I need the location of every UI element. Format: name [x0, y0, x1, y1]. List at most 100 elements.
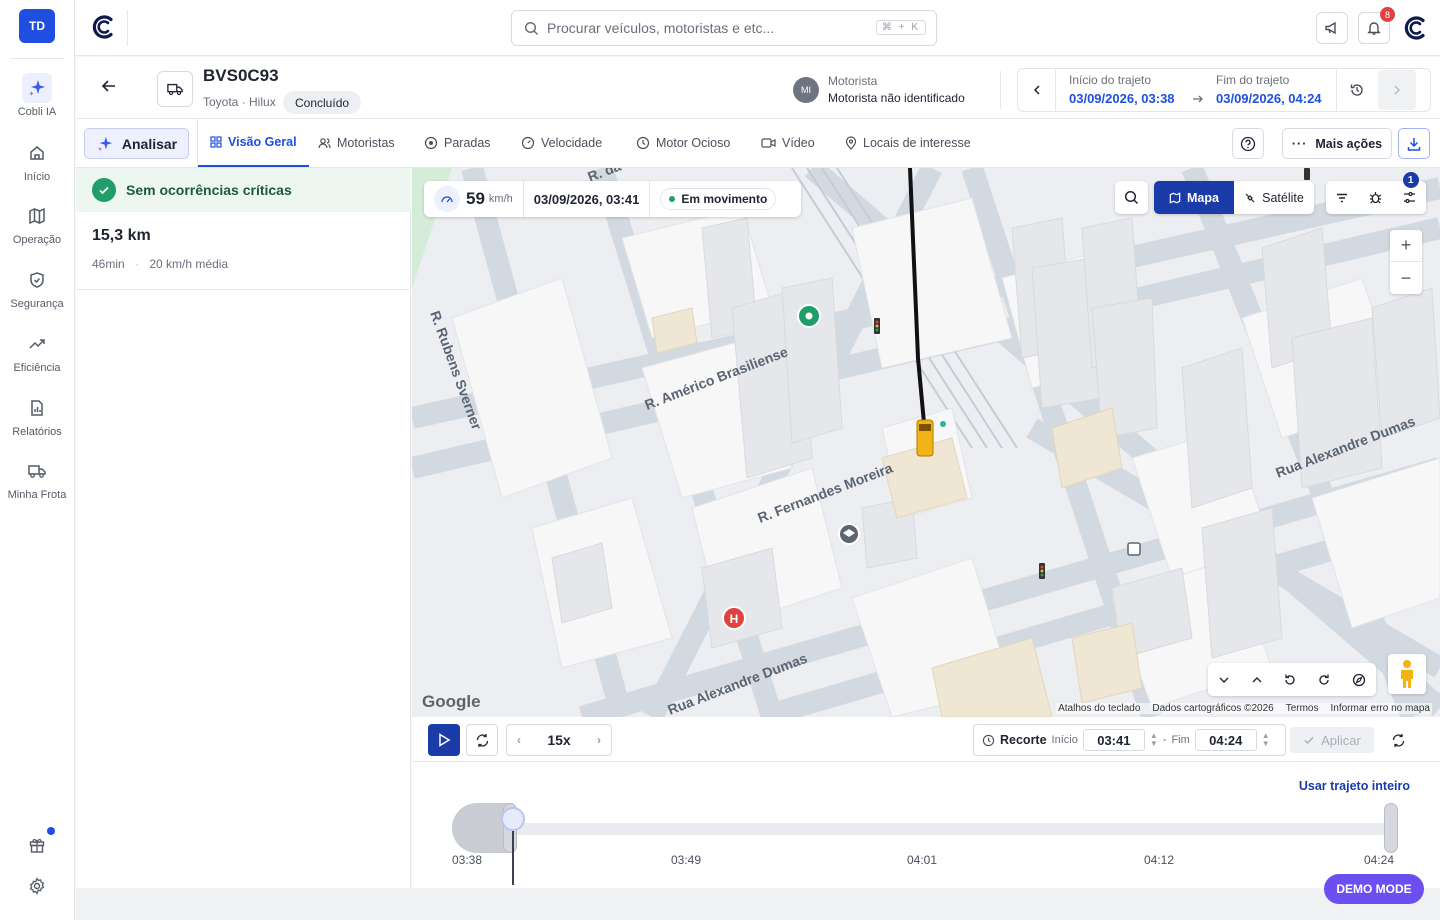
zoom-in-button[interactable]: + [1390, 230, 1422, 262]
trim-end-input[interactable]: 04:24 [1194, 729, 1257, 751]
tab-locais-de-interesse[interactable]: Locais de interesse [845, 119, 971, 167]
analisar-button[interactable]: Analisar [84, 128, 189, 159]
chevron-right-icon[interactable]: › [597, 733, 601, 747]
account-logo-icon[interactable] [1403, 15, 1429, 41]
critical-events-text: Sem ocorrências críticas [126, 182, 292, 198]
map-view[interactable]: H R. Américo Brasiliense R. Fernandes Mo… [412, 168, 1440, 717]
compass-icon[interactable] [1352, 673, 1366, 687]
trip-meta: 46min · 20 km/h média [92, 257, 228, 271]
rail-item-inicio[interactable]: Início [0, 138, 74, 183]
home-icon [22, 138, 52, 168]
settings-gear-icon[interactable] [28, 877, 46, 895]
trim-start-input[interactable]: 03:41 [1082, 729, 1145, 751]
cobli-logo-icon[interactable] [91, 14, 117, 40]
chevron-left-icon [1031, 84, 1043, 96]
trip-end-label: Fim do trajeto [1216, 73, 1290, 87]
next-trip-button[interactable] [1378, 70, 1416, 110]
separator-dot: · [135, 257, 140, 271]
rotate-left-icon[interactable] [1283, 673, 1297, 687]
chevron-down-icon[interactable] [1218, 674, 1230, 686]
rail-item-relatorios[interactable]: Relatórios [0, 393, 74, 438]
sparkle-icon [22, 73, 52, 103]
rail-item-seguranca[interactable]: Segurança [0, 265, 74, 310]
apply-button[interactable]: Aplicar [1290, 727, 1374, 753]
shortcut-hint: ⌘ + K [875, 20, 926, 35]
loop-button[interactable] [466, 724, 498, 756]
left-rail: TD Cobli IA Início Operação Segurança Ef… [0, 0, 75, 920]
layers-settings-icon[interactable]: 1 [1402, 172, 1419, 205]
rail-item-operacao[interactable]: Operação [0, 201, 74, 246]
download-icon [1406, 136, 1422, 152]
gift-icon[interactable] [28, 827, 55, 854]
clock-icon [636, 136, 650, 150]
check-icon [1303, 734, 1315, 746]
report-icon [22, 393, 52, 423]
playhead-handle[interactable] [501, 807, 525, 831]
traffic-bug-icon[interactable] [1368, 190, 1383, 205]
map-canvas[interactable]: H R. Américo Brasiliense R. Fernandes Mo… [412, 168, 1440, 717]
rail-label: Início [23, 171, 51, 183]
map-type-mapa[interactable]: Mapa [1154, 181, 1234, 214]
user-avatar[interactable]: TD [19, 9, 55, 43]
tab-video[interactable]: Vídeo [761, 119, 815, 167]
previous-trip-button[interactable] [1018, 69, 1056, 111]
trip-start-value[interactable]: 03/09/2026, 03:38 [1069, 91, 1175, 106]
timeline-track[interactable] [452, 803, 1398, 885]
rail-item-cobli-ia[interactable]: Cobli IA [0, 73, 74, 118]
trip-summary-panel: Sem ocorrências críticas 15,3 km 46min ·… [76, 168, 411, 888]
status-dot [669, 196, 676, 202]
clock-icon [982, 734, 995, 747]
rail-item-minha-frota[interactable]: Minha Frota [0, 456, 74, 501]
zoom-out-button[interactable]: − [1390, 262, 1422, 294]
trip-end-value[interactable]: 03/09/2026, 04:24 [1216, 91, 1322, 106]
spinner-icon[interactable]: ▲ ▼ [1150, 732, 1158, 748]
chevron-left-icon[interactable]: ‹ [517, 733, 521, 747]
timeline-tick: 04:24 [1364, 853, 1395, 867]
vehicle-status-overlay: 59 km/h 03/09/2026, 03:41 Em movimento [424, 181, 801, 217]
chevron-right-icon [1391, 84, 1403, 96]
tab-visao-geral[interactable]: Visão Geral [198, 119, 309, 167]
rail-label: Minha Frota [7, 489, 67, 501]
megaphone-icon [1324, 20, 1340, 36]
search-icon [1124, 190, 1139, 205]
more-actions-button[interactable]: ··· Mais ações [1282, 128, 1392, 159]
playback-speed-stepper[interactable]: ‹ 15x › [506, 724, 612, 756]
tab-motor-ocioso[interactable]: Motor Ocioso [636, 119, 730, 167]
filter-lines-icon[interactable] [1335, 191, 1349, 205]
history-button[interactable] [1338, 69, 1376, 111]
demo-mode-badge[interactable]: DEMO MODE [1324, 874, 1424, 904]
attribution-shortcuts[interactable]: Atalhos do teclado [1058, 703, 1140, 714]
download-button[interactable] [1398, 128, 1430, 159]
trip-duration: 46min [92, 257, 125, 271]
reset-trim-button[interactable] [1382, 724, 1414, 756]
trim-end-handle[interactable] [1384, 803, 1398, 853]
search-input[interactable]: Procurar veículos, motoristas e etc... ⌘… [511, 10, 937, 46]
map-search-button[interactable] [1115, 181, 1148, 214]
announcement-button[interactable] [1316, 12, 1348, 44]
rotate-right-icon[interactable] [1317, 673, 1331, 687]
spinner-icon[interactable]: ▲ ▼ [1262, 732, 1270, 748]
users-icon [318, 137, 331, 149]
play-icon [437, 733, 451, 747]
street-view-pegman-icon[interactable] [1388, 654, 1426, 694]
tab-motoristas[interactable]: Motoristas [318, 119, 395, 167]
chevron-up-icon[interactable] [1251, 674, 1263, 686]
rail-item-eficiencia[interactable]: Eficiência [0, 329, 74, 374]
footer-strip [76, 888, 1440, 920]
back-arrow-icon[interactable] [100, 77, 118, 95]
help-button[interactable] [1232, 128, 1264, 159]
notifications-button[interactable]: 8 [1358, 7, 1395, 44]
trip-navigator: Início do trajeto 03/09/2026, 03:38 Fim … [1017, 68, 1431, 112]
rail-label: Cobli IA [17, 106, 57, 118]
video-icon [761, 137, 776, 149]
tab-paradas[interactable]: Paradas [424, 119, 491, 167]
divider [1000, 71, 1001, 109]
tab-velocidade[interactable]: Velocidade [521, 119, 602, 167]
satellite-icon [1244, 192, 1256, 204]
map-type-satelite[interactable]: Satélite [1234, 181, 1314, 214]
use-full-trip-link[interactable]: Usar trajeto inteiro [1299, 779, 1410, 793]
play-button[interactable] [428, 724, 460, 756]
grid-icon [210, 136, 222, 148]
attribution-report[interactable]: Informar erro no mapa [1331, 703, 1431, 714]
attribution-terms[interactable]: Termos [1286, 703, 1319, 714]
